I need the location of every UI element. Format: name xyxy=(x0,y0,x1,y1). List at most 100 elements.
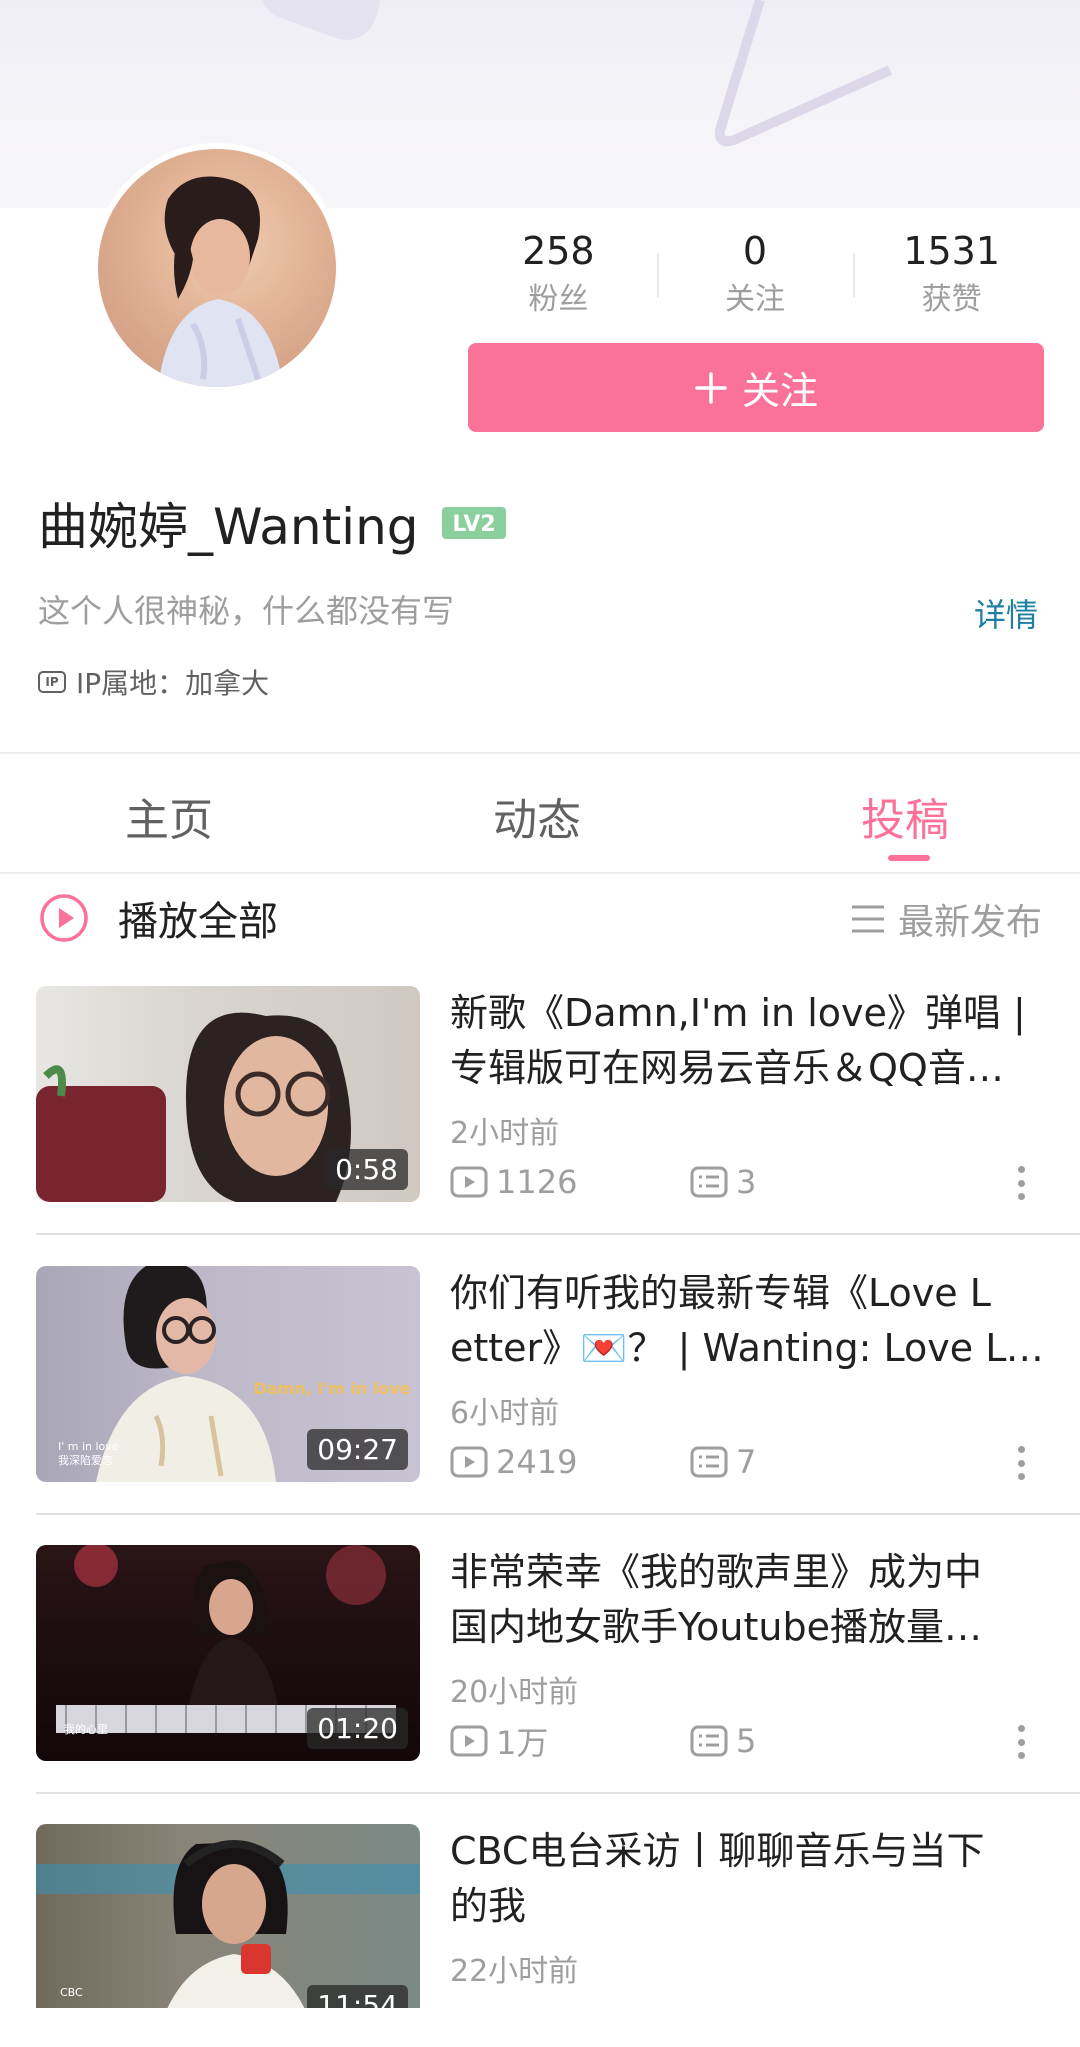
stat-likes[interactable]: 1531 获赞 xyxy=(853,225,1050,325)
banner-decoration xyxy=(251,0,389,49)
video-title: 你们有听我的最新专辑《Love L etter》💌？ | Wanting: Lo… xyxy=(450,1266,1044,1376)
video-plays: 2419 xyxy=(450,1443,690,1481)
video-meta: 1万 5 xyxy=(450,1718,1044,1764)
stat-fans[interactable]: 258 粉丝 xyxy=(460,225,657,325)
thumbnail-subtitle: I' m in love xyxy=(58,1440,119,1453)
video-title-line: 非常荣幸《我的歌声里》成为中 xyxy=(450,1550,983,1594)
stat-value: 258 xyxy=(522,229,595,273)
level-badge-text: LV2 xyxy=(452,512,495,537)
follow-button-label: 关注 xyxy=(741,369,818,413)
video-thumbnail[interactable]: 我的心里 01:20 xyxy=(36,1545,420,1761)
detail-link[interactable]: 详情 xyxy=(974,590,1038,636)
video-duration: 09:27 xyxy=(307,1429,408,1470)
video-comments: 3 xyxy=(690,1163,756,1201)
thumbnail-subtitle: 我的心里 xyxy=(64,1722,108,1736)
divider xyxy=(36,1513,1080,1515)
active-tab-indicator xyxy=(888,855,930,861)
play-count-icon xyxy=(450,1166,488,1198)
sort-dropdown[interactable]: 最新发布 xyxy=(850,895,1042,943)
stat-value: 1531 xyxy=(903,229,1001,273)
banner-play-decoration xyxy=(714,0,893,147)
comment-count: 5 xyxy=(736,1722,757,1760)
video-title: CBC电台采访丨聊聊音乐与当下 的我 xyxy=(450,1824,1044,1934)
video-plays: 1万 xyxy=(450,1718,690,1764)
comment-count-icon xyxy=(690,1166,728,1198)
video-duration: 0:58 xyxy=(325,1149,408,1190)
play-count-icon xyxy=(450,1446,488,1478)
video-thumbnail[interactable]: Damn, I'm in love I' m in love 我深陷爱恋 09:… xyxy=(36,1266,420,1482)
thumbnail-art: CBC xyxy=(36,1840,420,2008)
stat-label: 关注 xyxy=(725,282,785,317)
play-all-button[interactable]: 播放全部 xyxy=(38,888,278,948)
thumbnail-subtitle: CBC xyxy=(60,1986,83,1999)
video-item[interactable]: CBC 11:54 CBC电台采访丨聊聊音乐与当下 的我 22小时前 xyxy=(36,1824,1044,2008)
video-time: 6小时前 xyxy=(450,1396,560,1431)
video-title-line: 新歌《Damn,I'm in love》弹唱 | xyxy=(450,991,1026,1035)
comment-count-icon xyxy=(690,1725,728,1757)
video-meta: 1126 3 xyxy=(450,1162,1044,1202)
video-time: 2小时前 xyxy=(450,1116,560,1151)
comment-count: 7 xyxy=(736,1443,757,1481)
video-time: 20小时前 xyxy=(450,1675,579,1710)
video-plays: 1126 xyxy=(450,1163,690,1201)
video-info: 非常荣幸《我的歌声里》成为中 国内地女歌手Youtube播放量… 20小时前 1… xyxy=(450,1545,1044,1762)
more-options-icon[interactable] xyxy=(1018,1446,1026,1480)
play-count-icon xyxy=(450,1725,488,1757)
more-options-icon[interactable] xyxy=(1018,1725,1026,1759)
play-count: 1126 xyxy=(496,1163,578,1201)
stat-value: 0 xyxy=(742,229,768,273)
video-time: 22小时前 xyxy=(450,1954,579,1989)
stat-following[interactable]: 0 关注 xyxy=(656,225,854,325)
sort-list-icon xyxy=(851,905,884,933)
video-title-line: etter》💌？ | Wanting: Love Le… xyxy=(450,1326,1044,1370)
ip-location: IP IP属地：加拿大 xyxy=(38,662,269,702)
video-item[interactable]: 我的心里 01:20 非常荣幸《我的歌声里》成为中 国内地女歌手Youtube播… xyxy=(36,1545,1044,1763)
ip-icon: IP xyxy=(38,671,66,693)
divider xyxy=(0,872,1080,874)
video-meta: 2419 7 xyxy=(450,1442,1044,1482)
video-item[interactable]: Damn, I'm in love I' m in love 我深陷爱恋 09:… xyxy=(36,1266,1044,1484)
video-info: CBC电台采访丨聊聊音乐与当下 的我 22小时前 xyxy=(450,1824,1044,1989)
video-duration: 01:20 xyxy=(307,1708,408,1749)
play-all-label: 播放全部 xyxy=(118,899,278,945)
video-item[interactable]: 0:58 新歌《Damn,I'm in love》弹唱 | 专辑版可在网易云音乐… xyxy=(36,986,1044,1204)
profile-name: 曲婉婷_Wanting xyxy=(38,498,419,556)
comment-count-icon xyxy=(690,1446,728,1478)
video-thumbnail[interactable]: CBC 11:54 xyxy=(36,1824,420,2008)
video-title-line: 你们有听我的最新专辑《Love L xyxy=(450,1271,991,1315)
sort-label: 最新发布 xyxy=(897,902,1042,943)
video-title-line: CBC电台采访丨聊聊音乐与当下 xyxy=(450,1829,985,1873)
video-title-line: 专辑版可在网易云音乐＆QQ音… xyxy=(450,1046,1004,1090)
follow-button[interactable]: 关注 xyxy=(468,343,1044,432)
video-thumbnail[interactable]: 0:58 xyxy=(36,986,420,1202)
more-options-icon[interactable] xyxy=(1018,1166,1026,1200)
video-title: 新歌《Damn,I'm in love》弹唱 | 专辑版可在网易云音乐＆QQ音… xyxy=(450,986,1044,1096)
stat-label: 获赞 xyxy=(921,282,982,317)
profile-name-row: 曲婉婷_Wanting LV2 xyxy=(38,490,507,556)
profile-bio: 这个人很神秘，什么都没有写 xyxy=(38,592,455,630)
ip-location-text: IP属地：加拿大 xyxy=(76,667,270,700)
level-badge-icon: LV2 xyxy=(441,507,506,539)
divider xyxy=(36,1233,1080,1235)
tab-home[interactable]: 主页 xyxy=(125,784,213,848)
video-duration: 11:54 xyxy=(307,1985,408,2008)
video-comments: 5 xyxy=(690,1722,756,1760)
play-circle-icon xyxy=(40,894,88,942)
plus-icon xyxy=(695,371,727,404)
avatar[interactable] xyxy=(92,143,342,393)
video-title: 非常荣幸《我的歌声里》成为中 国内地女歌手Youtube播放量… xyxy=(450,1545,1044,1655)
tab-dynamics[interactable]: 动态 xyxy=(493,784,581,848)
video-info: 新歌《Damn,I'm in love》弹唱 | 专辑版可在网易云音乐＆QQ音…… xyxy=(450,986,1044,1201)
video-title-line: 国内地女歌手Youtube播放量… xyxy=(450,1605,982,1649)
avatar-image xyxy=(98,149,336,387)
play-count: 2419 xyxy=(496,1443,578,1481)
video-comments: 7 xyxy=(690,1443,756,1481)
video-title-line: 的我 xyxy=(450,1884,527,1928)
profile-stats: 258 粉丝 0 关注 1531 获赞 xyxy=(460,225,1050,325)
comment-count: 3 xyxy=(736,1163,757,1201)
stat-label: 粉丝 xyxy=(528,282,589,317)
tab-uploads[interactable]: 投稿 xyxy=(861,784,949,848)
divider xyxy=(36,1792,1080,1794)
thumbnail-caption: Damn, I'm in love xyxy=(253,1379,410,1398)
video-info: 你们有听我的最新专辑《Love L etter》💌？ | Wanting: Lo… xyxy=(450,1266,1044,1481)
